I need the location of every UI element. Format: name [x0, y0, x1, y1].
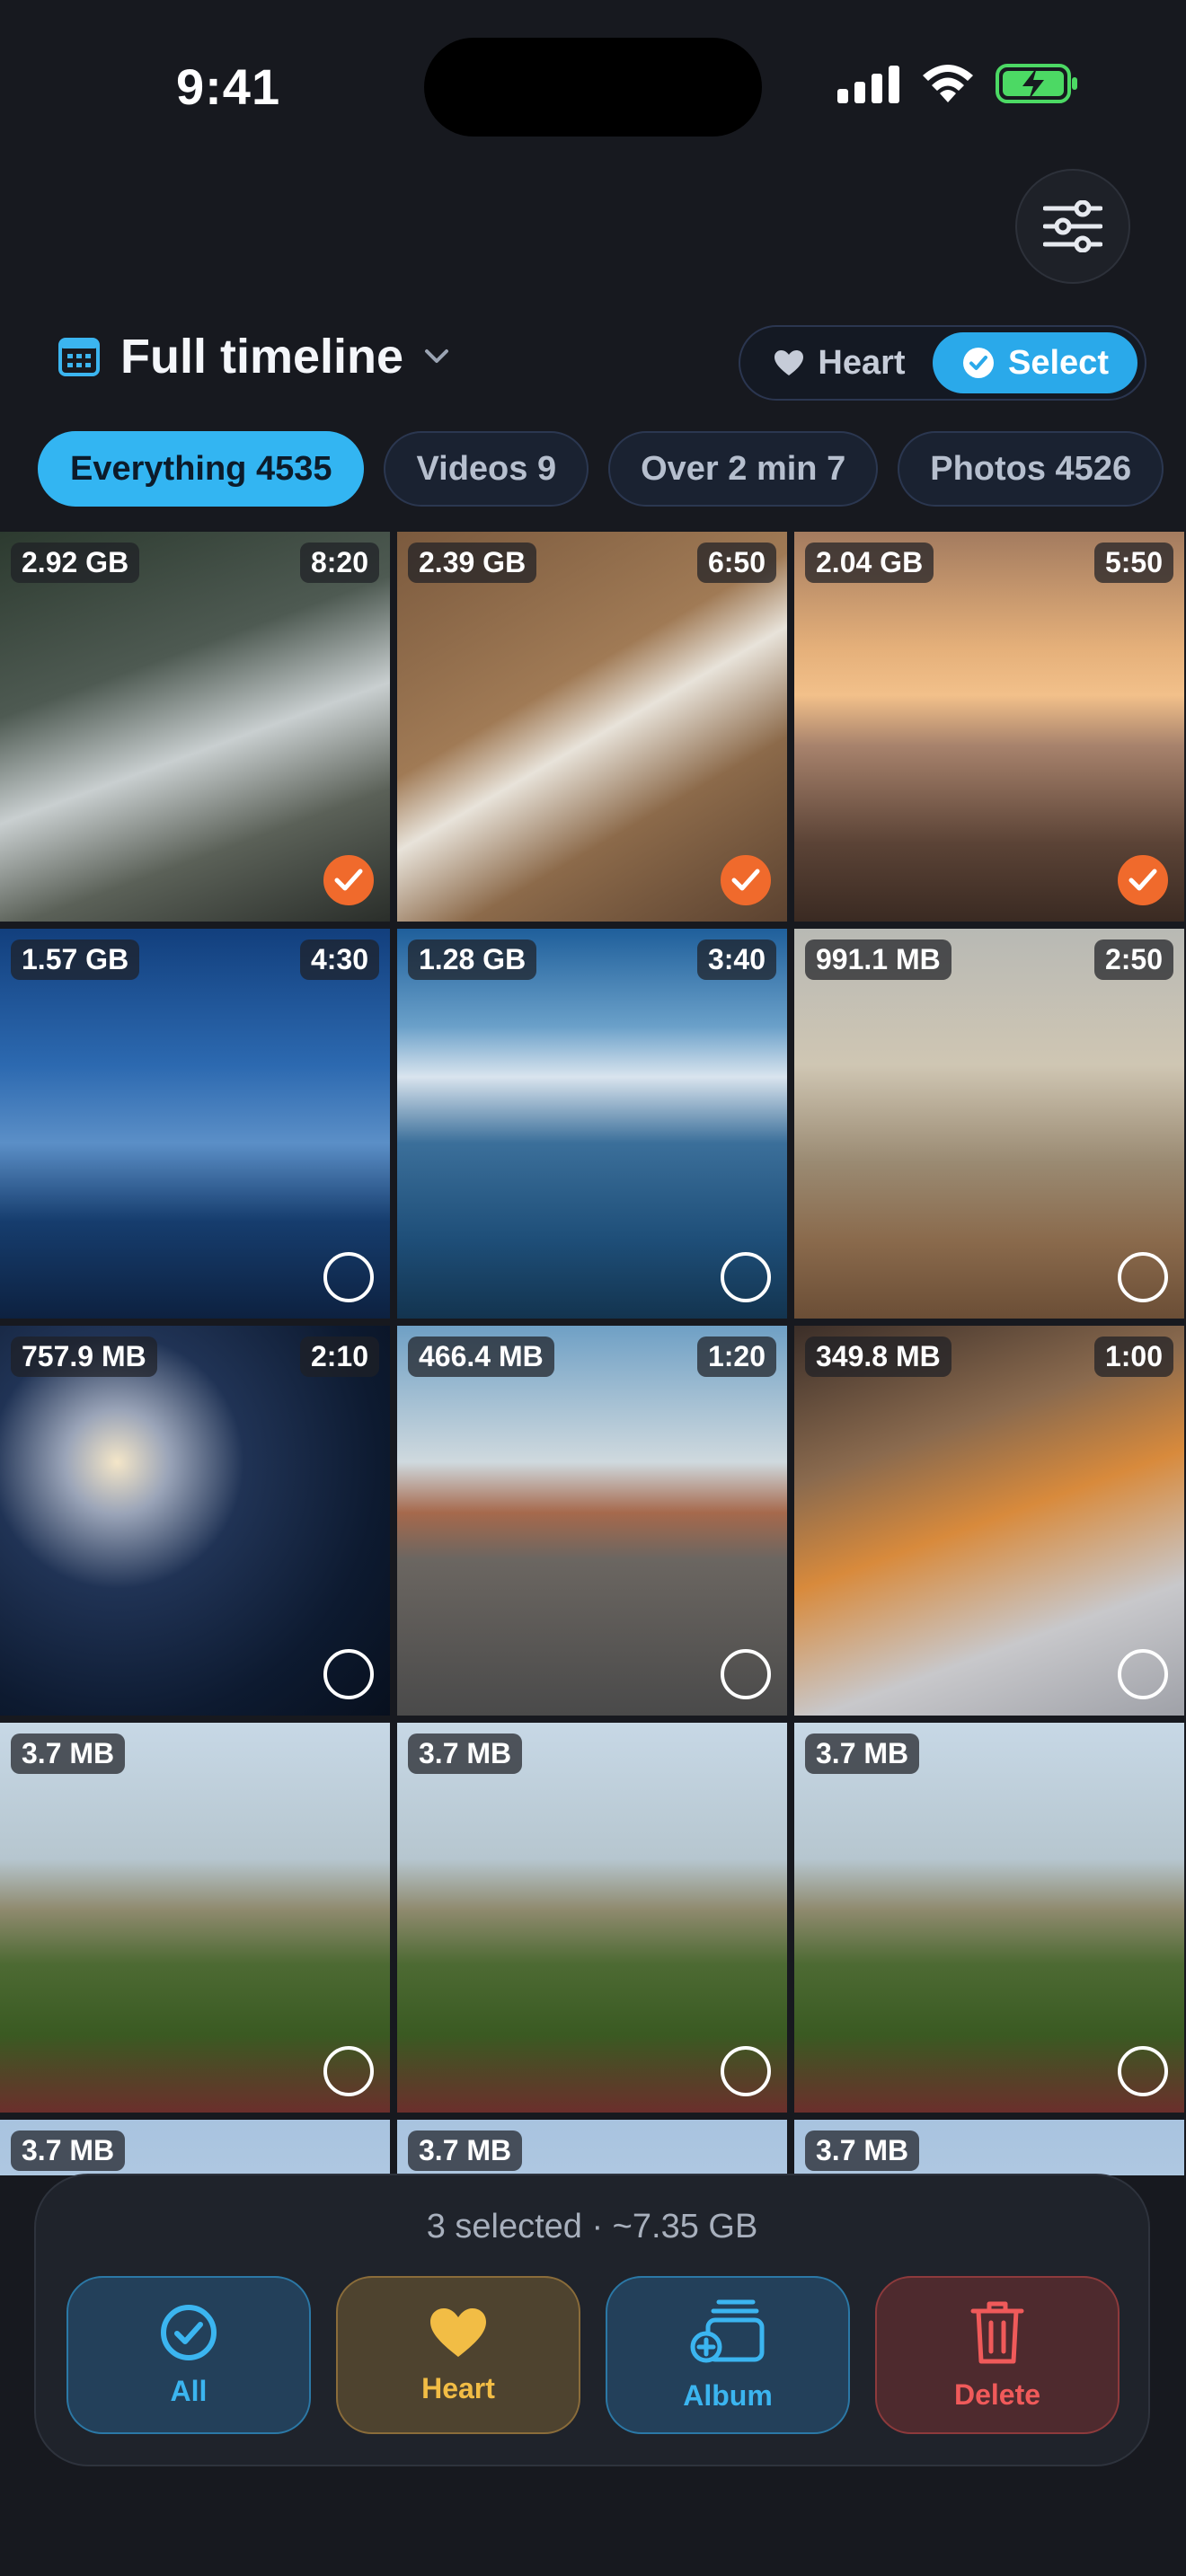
status-icons — [837, 63, 1078, 104]
checkmark-icon — [731, 869, 760, 891]
action-panel: 3 selected · ~7.35 GB All Heart Album De… — [34, 2174, 1150, 2466]
battery-charging-icon — [996, 64, 1077, 103]
duration-badge: 3:40 — [696, 940, 776, 980]
file-size-badge: 2.92 GB — [11, 543, 140, 583]
wifi-icon — [923, 65, 973, 102]
heart-mode-button[interactable]: Heart — [749, 334, 929, 392]
media-tile[interactable]: 2.39 GB 6:50 — [397, 532, 787, 922]
mode-toggle: Heart Select — [739, 325, 1146, 401]
chip-over-2-min[interactable]: Over 2 min 7 — [608, 431, 879, 507]
duration-badge: 2:50 — [1093, 940, 1173, 980]
chip-everything[interactable]: Everything 4535 — [38, 431, 365, 507]
file-size-badge: 1.57 GB — [11, 940, 140, 980]
media-tile[interactable]: 3.7 MB — [397, 2120, 787, 2175]
media-tile[interactable]: 3.7 MB — [0, 2120, 390, 2175]
file-size-badge: 3.7 MB — [805, 2130, 920, 2171]
heart-icon — [430, 2307, 486, 2357]
select-all-label: All — [170, 2374, 208, 2407]
chip-photos[interactable]: Photos 4526 — [898, 431, 1164, 507]
unselected-circle-icon[interactable] — [323, 1649, 374, 1699]
file-size-badge: 1.28 GB — [408, 940, 537, 980]
unselected-circle-icon[interactable] — [1118, 1649, 1168, 1699]
file-size-badge: 2.39 GB — [408, 543, 537, 583]
media-tile[interactable]: 2.92 GB 8:20 — [0, 532, 390, 922]
select-all-button[interactable]: All — [66, 2276, 311, 2434]
delete-label: Delete — [953, 2378, 1041, 2411]
unselected-circle-icon[interactable] — [721, 1252, 771, 1302]
calendar-icon — [58, 338, 100, 376]
heart-action-button[interactable]: Heart — [336, 2276, 580, 2434]
add-to-album-button[interactable]: Album — [606, 2276, 850, 2434]
duration-badge: 4:30 — [299, 940, 379, 980]
check-circle-icon — [161, 2304, 217, 2360]
select-mode-button[interactable]: Select — [933, 332, 1137, 393]
selected-check-icon[interactable] — [1118, 855, 1168, 905]
status-bar: 9:41 — [0, 0, 1186, 171]
media-grid: 2.92 GB 8:20 2.39 GB 6:50 2.04 GB 5:50 1.57 GB… — [0, 532, 1186, 2175]
file-size-badge: 3.7 MB — [805, 1734, 920, 1774]
media-tile[interactable]: 3.7 MB — [397, 1723, 787, 2113]
unselected-circle-icon[interactable] — [1118, 1252, 1168, 1302]
trash-icon — [970, 2301, 1024, 2363]
chip-videos[interactable]: Videos 9 — [384, 431, 589, 507]
heart-action-label: Heart — [421, 2371, 495, 2404]
status-time: 9:41 — [176, 58, 281, 115]
filter-settings-button[interactable] — [1015, 169, 1130, 284]
file-size-badge: 757.9 MB — [11, 1337, 157, 1377]
add-to-album-icon — [690, 2299, 765, 2362]
heart-icon — [774, 350, 804, 375]
selected-check-icon[interactable] — [721, 855, 771, 905]
duration-badge: 2:10 — [299, 1337, 379, 1377]
media-tile[interactable]: 3.7 MB — [794, 1723, 1184, 2113]
dynamic-island — [424, 38, 762, 137]
cellular-signal-icon — [837, 66, 899, 103]
duration-badge: 8:20 — [299, 543, 379, 583]
duration-badge: 1:00 — [1093, 1337, 1173, 1377]
delete-button[interactable]: Delete — [875, 2276, 1120, 2434]
select-mode-label: Select — [1008, 343, 1109, 382]
unselected-circle-icon[interactable] — [323, 1252, 374, 1302]
timeline-label: Full timeline — [120, 330, 404, 384]
media-tile[interactable]: 2.04 GB 5:50 — [794, 532, 1184, 922]
sliders-icon — [1043, 200, 1102, 252]
checkmark-icon — [334, 869, 363, 891]
media-tile[interactable]: 1.28 GB 3:40 — [397, 929, 787, 1319]
duration-badge: 1:20 — [696, 1337, 776, 1377]
heart-mode-label: Heart — [818, 343, 906, 382]
file-size-badge: 3.7 MB — [408, 1734, 523, 1774]
file-size-badge: 349.8 MB — [805, 1337, 951, 1377]
file-size-badge: 466.4 MB — [408, 1337, 554, 1377]
check-circle-icon — [963, 348, 995, 378]
media-tile[interactable]: 466.4 MB 1:20 — [397, 1326, 787, 1716]
timeline-selector[interactable]: Full timeline — [58, 329, 450, 384]
unselected-circle-icon[interactable] — [323, 2046, 374, 2096]
media-tile[interactable]: 3.7 MB — [794, 2120, 1184, 2175]
chevron-down-icon — [425, 349, 449, 363]
unselected-circle-icon[interactable] — [721, 2046, 771, 2096]
file-size-badge: 2.04 GB — [805, 543, 934, 583]
add-to-album-label: Album — [683, 2378, 773, 2412]
checkmark-icon — [1128, 869, 1157, 891]
file-size-badge: 3.7 MB — [408, 2130, 523, 2171]
filter-chips: Everything 4535 Videos 9 Over 2 min 7 Ph… — [38, 431, 1186, 507]
media-tile[interactable]: 349.8 MB 1:00 — [794, 1326, 1184, 1716]
media-tile[interactable]: 991.1 MB 2:50 — [794, 929, 1184, 1319]
file-size-badge: 991.1 MB — [805, 940, 951, 980]
duration-badge: 6:50 — [696, 543, 776, 583]
file-size-badge: 3.7 MB — [11, 1734, 126, 1774]
selection-summary: 3 selected · ~7.35 GB — [426, 2208, 758, 2245]
unselected-circle-icon[interactable] — [721, 1649, 771, 1699]
unselected-circle-icon[interactable] — [1118, 2046, 1168, 2096]
selected-check-icon[interactable] — [323, 855, 374, 905]
home-area — [0, 2466, 1186, 2576]
media-tile[interactable]: 1.57 GB 4:30 — [0, 929, 390, 1319]
file-size-badge: 3.7 MB — [11, 2130, 126, 2171]
media-tile[interactable]: 757.9 MB 2:10 — [0, 1326, 390, 1716]
media-tile[interactable]: 3.7 MB — [0, 1723, 390, 2113]
duration-badge: 5:50 — [1093, 543, 1173, 583]
